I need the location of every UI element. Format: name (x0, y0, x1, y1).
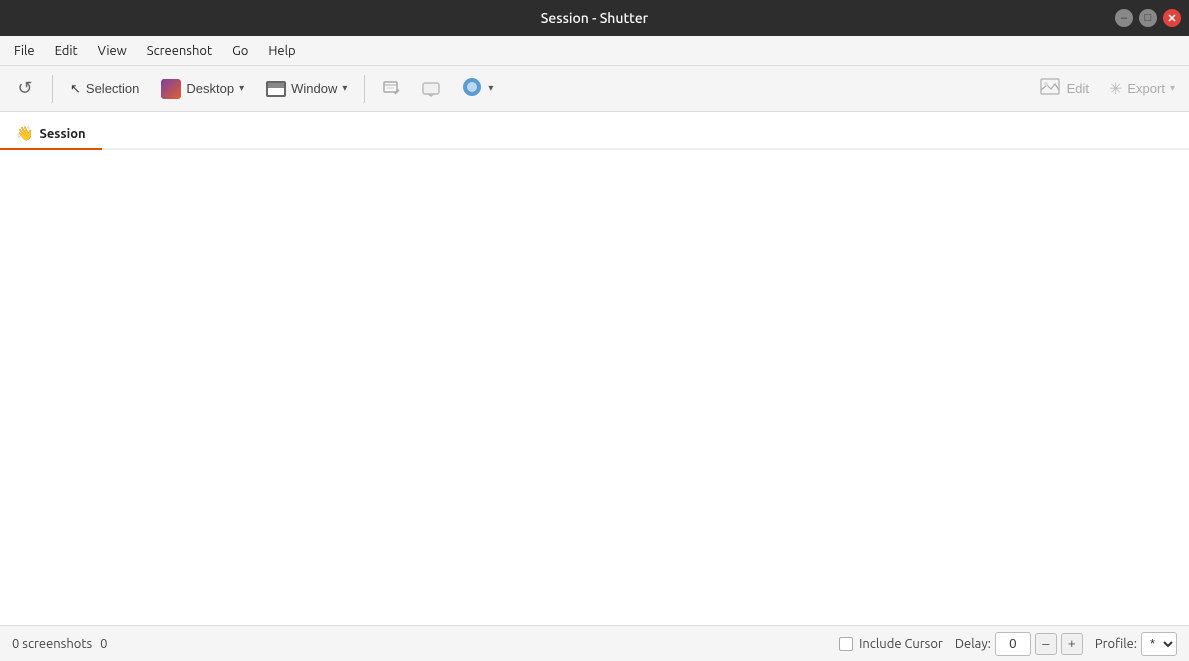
menu-go[interactable]: Go (222, 40, 258, 62)
record-icon (461, 76, 483, 101)
profile-label: Profile: (1095, 637, 1137, 651)
toolbar: ↺ ↖ Selection Desktop ▾ Window ▾ (0, 66, 1189, 112)
statusbar-right: Include Cursor Delay: – + Profile: * (839, 632, 1177, 656)
maximize-button[interactable]: □ (1139, 9, 1157, 27)
delay-increment-button[interactable]: + (1061, 633, 1083, 655)
window-button[interactable]: Window ▾ (257, 75, 356, 103)
export-label: Export (1127, 81, 1165, 96)
reload-icon: ↺ (14, 78, 36, 100)
menu-screenshot[interactable]: Screenshot (137, 40, 222, 62)
delay-input[interactable] (995, 632, 1031, 656)
minimize-button[interactable]: – (1115, 9, 1133, 27)
extra-count: 0 (100, 637, 107, 651)
window-icon (266, 81, 286, 97)
session-tab-label: Session (39, 127, 85, 141)
desktop-icon (161, 79, 181, 99)
chat-icon-button[interactable] (413, 73, 449, 105)
delay-control: Delay: – + (955, 632, 1083, 656)
window-dropdown-arrow[interactable]: ▾ (342, 83, 347, 94)
desktop-dropdown-arrow[interactable]: ▾ (239, 83, 244, 94)
desktop-label: Desktop (186, 81, 234, 96)
toolbar-separator-2 (364, 75, 365, 103)
edit-icon-button[interactable] (373, 73, 409, 105)
desktop-button[interactable]: Desktop ▾ (152, 73, 253, 105)
titlebar-controls: – □ ✕ (1115, 9, 1181, 27)
profile-select[interactable]: * (1141, 632, 1177, 656)
menubar: File Edit View Screenshot Go Help (0, 36, 1189, 66)
toolbar-separator-1 (52, 75, 53, 103)
session-tab-icon: 👋 (16, 125, 33, 142)
chat-icon (421, 79, 441, 99)
selection-label: Selection (86, 81, 139, 96)
record-dropdown-arrow[interactable]: ▾ (488, 83, 493, 94)
export-button[interactable]: ✳ Export ▾ (1101, 73, 1183, 105)
edit-pencil-icon (381, 79, 401, 99)
include-cursor-label[interactable]: Include Cursor (839, 637, 943, 651)
image-icon (1040, 77, 1062, 100)
include-cursor-text: Include Cursor (859, 637, 943, 651)
content-area (0, 150, 1189, 625)
selection-button[interactable]: ↖ Selection (61, 75, 148, 103)
edit-text-button[interactable]: Edit (1032, 71, 1097, 106)
close-button[interactable]: ✕ (1163, 9, 1181, 27)
record-button[interactable]: ▾ (453, 70, 501, 107)
titlebar: Session - Shutter – □ ✕ (0, 0, 1189, 36)
menu-help[interactable]: Help (258, 40, 305, 62)
window-label: Window (291, 81, 337, 96)
delay-decrement-button[interactable]: – (1035, 633, 1057, 655)
export-pin-icon: ✳ (1109, 79, 1122, 99)
reload-button[interactable]: ↺ (6, 72, 44, 106)
tabs-bar: 👋 Session (0, 112, 1189, 150)
screenshots-count: 0 screenshots (12, 637, 92, 651)
edit-button-label: Edit (1067, 81, 1089, 96)
tab-session[interactable]: 👋 Session (0, 117, 102, 150)
include-cursor-checkbox[interactable] (839, 637, 853, 651)
window-title: Session - Shutter (541, 10, 648, 26)
cursor-icon: ↖ (70, 81, 81, 97)
delay-label: Delay: (955, 637, 991, 651)
profile-control: Profile: * (1095, 632, 1177, 656)
export-dropdown-arrow[interactable]: ▾ (1170, 83, 1175, 94)
menu-view[interactable]: View (88, 40, 137, 62)
menu-file[interactable]: File (4, 40, 45, 62)
menu-edit[interactable]: Edit (45, 40, 88, 62)
statusbar: 0 screenshots 0 Include Cursor Delay: – … (0, 625, 1189, 661)
